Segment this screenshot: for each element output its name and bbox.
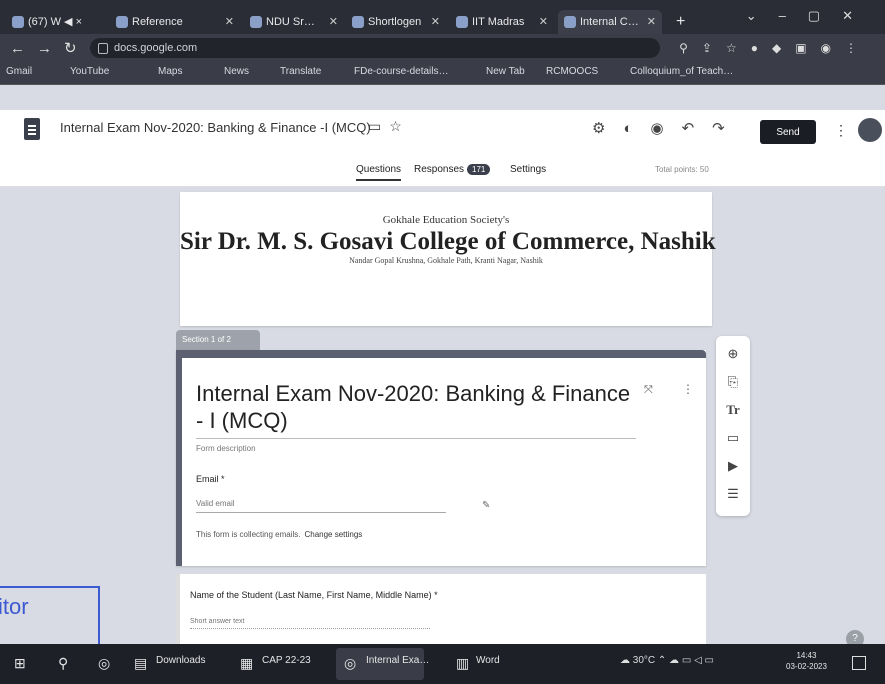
browser-tab[interactable]: NDU Sr… ✕ — [244, 10, 344, 34]
system-tray[interactable]: ☁ 30°C ⌃ ☁ ▭ ◁ ▭ — [620, 655, 714, 666]
close-icon[interactable]: ✕ — [329, 10, 338, 34]
weather-icon: ☁ — [620, 655, 633, 666]
total-points: Total points: 50 — [655, 165, 709, 174]
add-title-icon[interactable]: Tr — [716, 402, 750, 418]
bookmark-maps[interactable]: Maps — [158, 66, 182, 77]
add-question-icon[interactable]: ⊕ — [716, 346, 750, 362]
close-icon[interactable]: ✕ — [647, 10, 656, 34]
add-video-icon[interactable]: ▶ — [716, 458, 750, 474]
send-button[interactable]: Send — [760, 120, 816, 144]
lock-icon — [98, 43, 108, 54]
account-avatar[interactable] — [858, 118, 882, 142]
clock[interactable]: 14:43 03-02-2023 — [786, 650, 827, 672]
close-icon[interactable]: ✕ — [225, 10, 234, 34]
document-title[interactable]: Internal Exam Nov-2020: Banking & Financ… — [60, 120, 371, 135]
bookmarks-bar: Gmail YouTube Maps News Translate FDe-co… — [0, 62, 885, 85]
bookmark-news[interactable]: News — [224, 66, 249, 77]
forms-icon — [564, 16, 576, 28]
reference-icon — [116, 16, 128, 28]
google-forms-icon[interactable] — [24, 118, 40, 140]
temperature: 30°C — [632, 655, 656, 666]
youtube-icon — [12, 16, 24, 28]
bookmark-translate[interactable]: Translate — [280, 66, 321, 77]
collapse-icon[interactable]: ⤧ — [644, 384, 653, 397]
bookmark-colloquium[interactable]: Colloquium_of Teach… — [630, 66, 733, 77]
section-label: Section 1 of 2 — [176, 330, 260, 350]
address-bar-row: ←→↻ docs.google.com ⚲⇪☆●◆▣◉⋮ — [0, 34, 885, 62]
tab-settings[interactable]: Settings — [510, 164, 546, 175]
import-questions-icon[interactable]: ⎘ — [716, 374, 750, 390]
bookmark-youtube[interactable]: YouTube — [70, 66, 109, 77]
downloads-folder-icon: ▤ — [134, 655, 148, 671]
site-icon — [352, 16, 364, 28]
bookmark-gmail[interactable]: Gmail — [6, 66, 32, 77]
email-field[interactable] — [196, 494, 446, 513]
add-image-icon[interactable]: ▭ — [716, 430, 750, 446]
change-settings-link[interactable]: Change settings — [304, 530, 362, 539]
college-name: Sir Dr. M. S. Gosavi College of Commerce… — [180, 228, 716, 255]
browser-tab-active[interactable]: Internal C… ✕ — [558, 10, 662, 34]
chrome-icon: ◎ — [344, 655, 357, 671]
short-answer-field — [190, 614, 430, 629]
browser-tab-strip: (67) W ◀ × Reference ✕ NDU Sr… ✕ Shortloge… — [0, 0, 885, 34]
browser-tab[interactable]: IIT Madras ✕ — [450, 10, 554, 34]
browser-tab[interactable]: Reference ✕ — [110, 10, 240, 34]
url-bar[interactable]: docs.google.com — [90, 38, 660, 58]
extension-icons[interactable]: ⚲⇪☆●◆▣◉⋮ — [679, 41, 871, 55]
tab-responses[interactable]: Responses 171 — [414, 164, 491, 175]
question-title[interactable]: Name of the Student (Last Name, First Na… — [190, 590, 438, 600]
site-icon — [250, 16, 262, 28]
title-underline — [196, 438, 636, 439]
collecting-emails-note: This form is collecting emails. Change se… — [196, 530, 363, 539]
edit-icon[interactable]: ✎ — [482, 500, 490, 511]
word-icon: ▥ — [456, 655, 470, 671]
bookmark-new-tab[interactable]: New Tab — [486, 66, 525, 77]
form-description[interactable]: Form description — [196, 444, 256, 453]
taskbar-downloads[interactable]: Downloads — [156, 655, 205, 666]
card-more-icon[interactable]: ⋮ — [682, 382, 694, 396]
taskbar-word[interactable]: Word — [476, 655, 500, 666]
search-icon[interactable]: ⚲ — [58, 655, 68, 672]
email-label: Email * — [196, 474, 225, 484]
close-icon[interactable]: ✕ — [431, 10, 440, 34]
navigation-buttons[interactable]: ←→↻ — [10, 39, 89, 57]
taskbar-cap[interactable]: CAP 22-23 — [262, 655, 311, 666]
form-title-card[interactable]: Internal Exam Nov-2020: Banking & Financ… — [176, 350, 706, 566]
excel-icon: ▦ — [240, 655, 254, 671]
tab-questions[interactable]: Questions — [356, 164, 402, 181]
browser-tab[interactable]: (67) W ◀ × — [6, 10, 106, 34]
windows-taskbar: ⊞ ⚲ ◎ ▤ Downloads ▦ CAP 22-23 ◎ Internal… — [0, 644, 885, 684]
site-icon — [456, 16, 468, 28]
taskbar-internal-exam[interactable]: Internal Exa… — [366, 655, 429, 666]
college-address: Nandar Gopal Krushna, Gokhale Path, Kran… — [349, 256, 543, 265]
question-card[interactable]: Name of the Student (Last Name, First Na… — [176, 574, 706, 644]
browser-tab[interactable]: Shortlogen ✕ — [346, 10, 446, 34]
folder-star-icons[interactable]: ▭☆ — [368, 118, 410, 135]
header-action-icons[interactable]: ⚙◐◉↶↷ — [592, 119, 743, 137]
close-icon[interactable]: ✕ — [539, 10, 548, 34]
chrome-icon[interactable]: ◎ — [98, 655, 110, 672]
windows-start-icon[interactable]: ⊞ — [14, 655, 26, 672]
new-tab-button[interactable]: + — [668, 10, 698, 34]
tray-icons: ⌃ ☁ ▭ ◁ ▭ — [655, 655, 714, 666]
society-name: Gokhale Education Society's — [382, 214, 510, 226]
notification-icon[interactable] — [852, 656, 866, 670]
bookmark-fde[interactable]: FDe-course-details… — [354, 66, 448, 77]
more-options-icon[interactable]: ⋮ — [834, 122, 848, 139]
bookmark-rcmoocs[interactable]: RCMOOCS — [546, 66, 598, 77]
window-controls[interactable]: ⌄–▢✕ — [746, 8, 875, 24]
header-image: Gokhale Education Society's Sir Dr. M. S… — [180, 192, 716, 326]
form-title[interactable]: Internal Exam Nov-2020: Banking & Financ… — [196, 380, 636, 434]
stamp: itor — [0, 586, 100, 648]
card-accent-band — [176, 350, 706, 358]
responses-count-badge: 171 — [467, 164, 491, 175]
add-section-icon[interactable]: ☰ — [716, 486, 750, 502]
form-tabs: Questions Responses 171 Settings Total po… — [0, 156, 885, 187]
question-toolbar: ⊕ ⎘ Tr ▭ ▶ ☰ — [716, 336, 750, 516]
forms-header-bar: Internal Exam Nov-2020: Banking & Financ… — [0, 110, 885, 156]
